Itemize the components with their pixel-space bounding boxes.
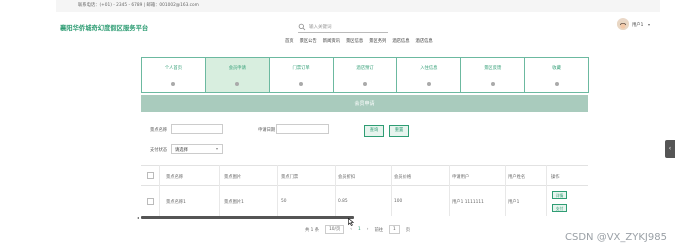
table-divider: [546, 165, 547, 216]
main-nav: 首页 景区公告 新闻资讯 景区信息 景区务列 酒店信息 酒店信息: [285, 38, 433, 44]
tab-label: 景区反馈: [484, 66, 502, 71]
spot-name-label: 景点名称: [150, 128, 168, 133]
cell-realname: 用户1: [508, 200, 520, 205]
col-header: 会员价格: [394, 175, 412, 180]
tab-tickets[interactable]: 门票订单: [268, 57, 334, 93]
table-header-border: [141, 185, 588, 186]
page-size-select[interactable]: 10/页: [325, 225, 345, 234]
nav-item-notice[interactable]: 景区公告: [300, 38, 317, 44]
tab-label: 酒店预订: [356, 66, 374, 71]
tab-label: 会员申请: [228, 66, 246, 71]
user-center-tabs: 个人首页 会员申请 门票订单 酒店预订 入住信息 景区反馈 收藏: [141, 57, 590, 93]
tab-checkin[interactable]: 入住信息: [396, 57, 462, 93]
tab-label: 门票订单: [292, 66, 310, 71]
table-divider: [159, 165, 160, 216]
nav-item-home[interactable]: 首页: [285, 38, 294, 44]
dot-icon: [299, 82, 304, 86]
table-top-border: [141, 165, 588, 166]
table-divider: [391, 165, 392, 216]
table-divider: [219, 165, 220, 216]
tab-profile[interactable]: 个人首页: [141, 57, 206, 93]
col-header: 操作: [551, 175, 560, 180]
apply-date-label: 申请日期: [258, 128, 276, 133]
cell-ticket: 50: [281, 199, 287, 204]
pay-button[interactable]: 支付: [552, 204, 567, 212]
tab-label: 个人首页: [164, 66, 183, 71]
nav-item-news[interactable]: 新闻资讯: [323, 38, 340, 44]
user-name[interactable]: 用户1: [632, 22, 643, 28]
search-icon[interactable]: [298, 23, 306, 31]
col-header: 景点名称: [166, 175, 184, 180]
table-divider: [449, 165, 450, 216]
cell-spot-name: 景点名称1: [166, 200, 186, 205]
nav-item-spots[interactable]: 景区信息: [346, 38, 363, 44]
cell-user: 用户1 1111111: [452, 200, 484, 205]
row-checkbox[interactable]: [147, 198, 154, 205]
pagination: 共 1 条 10/页 ‹ 1 › 前往 1 页: [305, 225, 410, 234]
col-header: 景点门票: [281, 175, 299, 180]
horizontal-scrollbar[interactable]: [141, 216, 354, 219]
chevron-down-icon: ▾: [216, 146, 219, 151]
tab-favorites[interactable]: 收藏: [524, 57, 590, 93]
spot-name-input[interactable]: [171, 124, 223, 134]
table-divider: [335, 165, 336, 216]
col-header: 景点图片: [224, 175, 242, 180]
dot-icon: [490, 82, 495, 86]
tab-hotel-booking[interactable]: 酒店预订: [332, 57, 398, 93]
avatar[interactable]: [617, 18, 629, 30]
goto-input[interactable]: 1: [389, 225, 400, 234]
next-page-button[interactable]: ›: [367, 227, 369, 232]
goto-label: 前往: [374, 227, 384, 233]
col-header: 用户姓名: [508, 175, 526, 180]
search-button[interactable]: 查询: [364, 125, 384, 137]
chevron-down-icon[interactable]: ▾: [648, 22, 650, 27]
tab-label: 入住信息: [420, 66, 438, 71]
tab-label: 收藏: [552, 66, 561, 71]
search-placeholder: 输入关键词: [309, 25, 332, 30]
page-number[interactable]: 1: [358, 227, 361, 232]
col-header: 会员折扣: [338, 175, 356, 180]
col-header: 申请用户: [452, 175, 470, 180]
dot-icon: [171, 82, 176, 86]
nav-item-spot-services[interactable]: 景区务列: [369, 38, 386, 44]
table-divider: [277, 165, 278, 216]
prev-page-button[interactable]: ‹: [350, 227, 352, 232]
select-all-checkbox[interactable]: [147, 172, 154, 179]
dot-icon: [426, 82, 431, 86]
dot-icon: [554, 82, 559, 86]
total-count: 共 1 条: [305, 227, 320, 233]
nav-item-hotels[interactable]: 酒店信息: [392, 38, 409, 44]
watermark: CSDN @VX_ZYKJ985: [565, 232, 667, 243]
cell-price: 100: [394, 199, 403, 204]
cell-spot-image: 景点图片1: [224, 200, 244, 205]
detail-button[interactable]: 详情: [552, 191, 567, 199]
tab-feedback[interactable]: 景区反馈: [460, 57, 526, 93]
site-title[interactable]: 襄阳华侨城奇幻度假区服务平台: [60, 23, 148, 32]
pay-status-label: 支付状态: [150, 148, 168, 153]
tab-membership[interactable]: 会员申请: [204, 57, 270, 93]
dot-icon: [235, 82, 240, 86]
contact-info: 联系电话：(+01) - 2345 - 6789 | 邮箱：001002@163…: [78, 3, 199, 8]
goto-unit: 页: [405, 227, 411, 233]
section-title: 会员申请: [354, 101, 375, 107]
nav-item-hotels-2[interactable]: 酒店信息: [416, 38, 433, 44]
cell-discount: 0.85: [338, 199, 348, 204]
dot-icon: [363, 82, 367, 86]
pay-status-value: 请选择: [175, 148, 188, 153]
reset-button[interactable]: 重置: [389, 125, 409, 137]
avatar-image: [617, 21, 629, 30]
side-panel-toggle[interactable]: ‹: [665, 140, 675, 158]
apply-date-input[interactable]: [276, 124, 329, 134]
table-divider: [505, 165, 506, 216]
scroll-left-icon[interactable]: ◂: [137, 215, 139, 220]
